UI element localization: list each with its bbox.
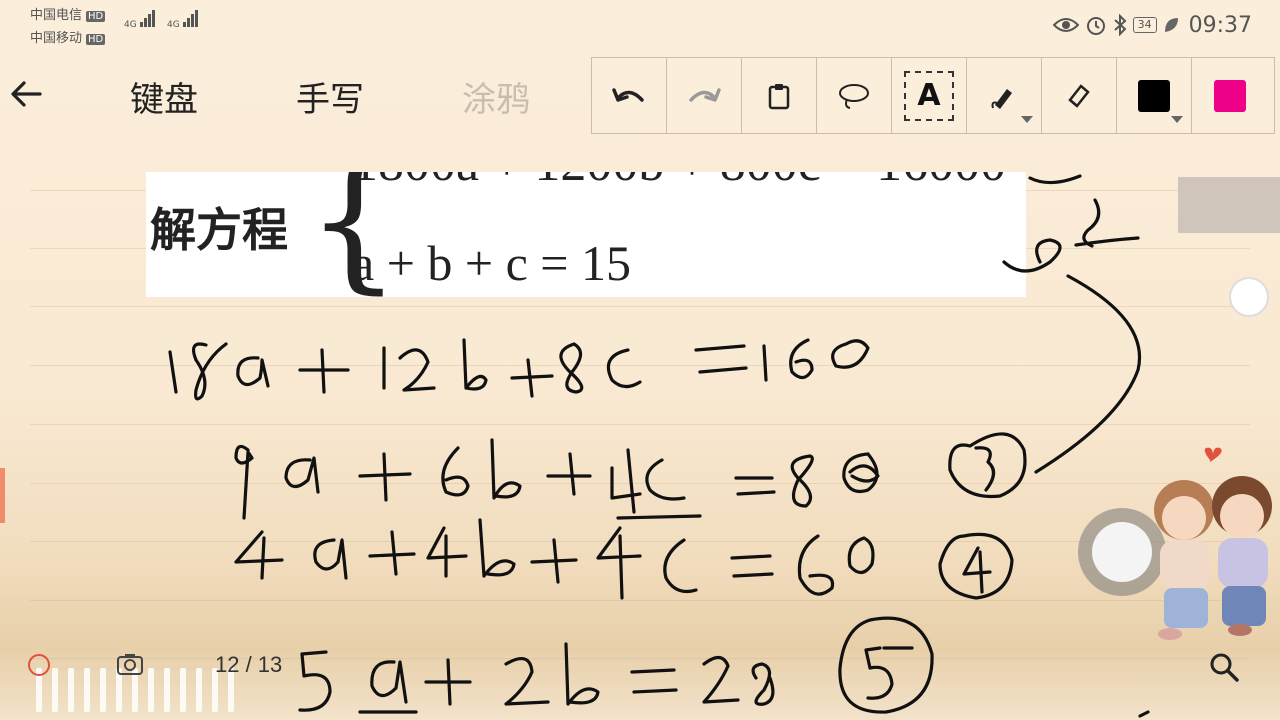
search-icon[interactable]	[1208, 651, 1240, 683]
eraser-icon	[1068, 83, 1090, 108]
ruled-line	[30, 541, 1250, 542]
page-counter: 12 / 13	[215, 652, 283, 677]
redo-button[interactable]	[667, 58, 742, 133]
problem-label: 解方程	[150, 203, 288, 257]
eraser-button[interactable]	[1042, 58, 1117, 133]
undo-button[interactable]	[592, 58, 667, 133]
edge-handle[interactable]	[0, 468, 5, 523]
signal-icon: 4G	[167, 10, 199, 30]
ruled-line	[30, 483, 1250, 484]
status-bar: 中国电信 HD 中国移动 HD 4G 4G 34 09:37	[0, 0, 1280, 50]
pen-button[interactable]	[967, 58, 1042, 133]
paste-button[interactable]	[742, 58, 817, 133]
equation-2: a + b + c = 15	[352, 235, 631, 291]
signal-icon: 4G	[124, 10, 156, 30]
color-black-button[interactable]	[1117, 58, 1192, 133]
color-black-swatch	[1138, 79, 1170, 112]
ruled-line	[30, 365, 1250, 366]
alarm-icon	[1086, 17, 1105, 35]
tab-handwriting[interactable]: 手写	[296, 72, 364, 121]
camera-icon[interactable]	[116, 652, 144, 676]
tab-doodle[interactable]: 涂鸦	[462, 72, 530, 121]
undo-icon	[612, 87, 644, 102]
ruled-line	[30, 658, 1250, 659]
leaf-icon	[1164, 18, 1178, 32]
ruled-line	[30, 600, 1250, 601]
color-pink-button[interactable]	[1192, 58, 1267, 133]
text-tool-button[interactable]: A	[892, 58, 967, 133]
chevron-down-icon	[1171, 116, 1183, 123]
problem-image: 解方程 { 1800a + 1200b + 800c = 16000 a + b…	[146, 172, 1026, 297]
tab-keyboard[interactable]: 键盘	[130, 72, 198, 121]
pen-icon	[991, 88, 1012, 109]
page-tab[interactable]	[1178, 177, 1280, 233]
carrier-1: 中国电信 HD	[30, 8, 106, 23]
couple-illustration	[1154, 447, 1272, 640]
scroll-handle[interactable]	[1229, 277, 1269, 317]
record-icon[interactable]	[28, 654, 50, 676]
text-box-icon: A	[904, 70, 954, 121]
lasso-button[interactable]	[817, 58, 892, 133]
chevron-down-icon	[1021, 116, 1033, 123]
color-pink-swatch	[1213, 79, 1246, 112]
eye-icon	[1052, 18, 1079, 32]
lasso-icon	[839, 83, 869, 109]
status-icons: 34 09:37	[1052, 10, 1252, 40]
ruled-line	[30, 306, 1250, 307]
battery-icon: 34	[1132, 17, 1157, 33]
back-arrow-icon[interactable]	[8, 76, 44, 112]
toolbar: A	[591, 57, 1275, 134]
equation-1: 1800a + 1200b + 800c = 16000	[352, 172, 1006, 193]
ruled-line	[30, 424, 1250, 425]
clock: 09:37	[1188, 12, 1252, 38]
redo-icon	[689, 87, 721, 102]
clipboard-icon	[768, 83, 790, 109]
bluetooth-icon	[1113, 14, 1127, 36]
carrier-2: 中国移动 HD	[30, 31, 106, 46]
